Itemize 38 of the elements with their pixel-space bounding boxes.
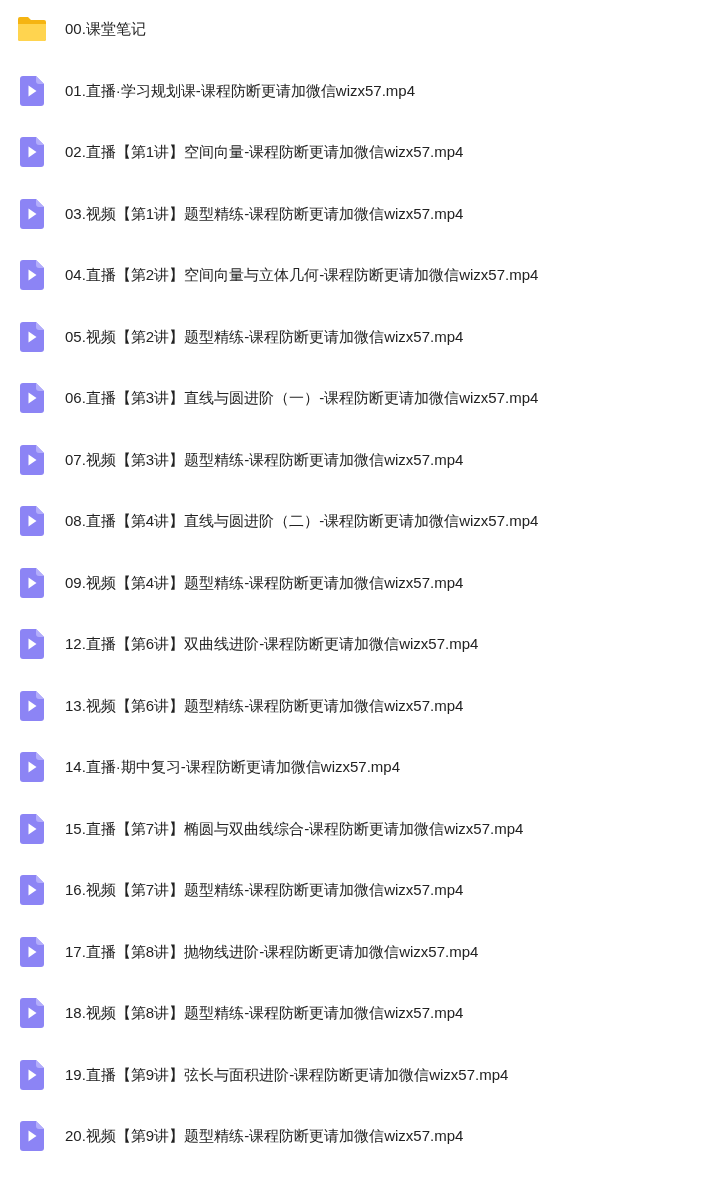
video-file-icon [19,752,44,783]
video-file-icon [19,444,44,475]
file-name[interactable]: 15.直播【第7讲】椭圆与双曲线综合-课程防断更请加微信wizx57.mp4 [65,817,524,840]
file-name[interactable]: 19.直播【第9讲】弦长与面积进阶-课程防断更请加微信wizx57.mp4 [65,1063,509,1086]
video-file-icon [19,567,44,598]
video-file-icon [19,875,44,906]
file-name[interactable]: 02.直播【第1讲】空间向量-课程防断更请加微信wizx57.mp4 [65,141,464,164]
video-file-icon [19,321,44,352]
video-file-icon [19,1059,44,1090]
video-file-icon [19,813,44,844]
file-name[interactable]: 09.视频【第4讲】题型精练-课程防断更请加微信wizx57.mp4 [65,571,464,594]
video-file-icon [19,998,44,1029]
file-name[interactable]: 00.课堂笔记 [65,18,146,41]
file-name[interactable]: 05.视频【第2讲】题型精练-课程防断更请加微信wizx57.mp4 [65,325,464,348]
file-name[interactable]: 13.视频【第6讲】题型精练-课程防断更请加微信wizx57.mp4 [65,694,464,717]
file-name[interactable]: 18.视频【第8讲】题型精练-课程防断更请加微信wizx57.mp4 [65,1002,464,1025]
file-name[interactable]: 06.直播【第3讲】直线与圆进阶（一）-课程防断更请加微信wizx57.mp4 [65,387,539,410]
folder-icon [16,16,47,43]
file-name[interactable]: 16.视频【第7讲】题型精练-课程防断更请加微信wizx57.mp4 [65,879,464,902]
video-file-icon [19,506,44,537]
file-name[interactable]: 12.直播【第6讲】双曲线进阶-课程防断更请加微信wizx57.mp4 [65,633,479,656]
video-file-icon [19,936,44,967]
file-name[interactable]: 03.视频【第1讲】题型精练-课程防断更请加微信wizx57.mp4 [65,202,464,225]
video-file-icon [19,383,44,414]
file-name[interactable]: 17.直播【第8讲】抛物线进阶-课程防断更请加微信wizx57.mp4 [65,940,479,963]
video-file-icon [19,75,44,106]
file-name[interactable]: 07.视频【第3讲】题型精练-课程防断更请加微信wizx57.mp4 [65,448,464,471]
file-name[interactable]: 04.直播【第2讲】空间向量与立体几何-课程防断更请加微信wizx57.mp4 [65,264,539,287]
file-name[interactable]: 20.视频【第9讲】题型精练-课程防断更请加微信wizx57.mp4 [65,1125,464,1148]
file-name[interactable]: 01.直播·学习规划课-课程防断更请加微信wizx57.mp4 [65,79,416,102]
video-file-icon [19,198,44,229]
video-file-icon [19,260,44,291]
file-name[interactable]: 14.直播·期中复习-课程防断更请加微信wizx57.mp4 [65,756,401,779]
video-file-icon [19,690,44,721]
file-name[interactable]: 08.直播【第4讲】直线与圆进阶（二）-课程防断更请加微信wizx57.mp4 [65,510,539,533]
video-file-icon [19,1121,44,1152]
video-file-icon [19,629,44,660]
video-file-icon [19,137,44,168]
